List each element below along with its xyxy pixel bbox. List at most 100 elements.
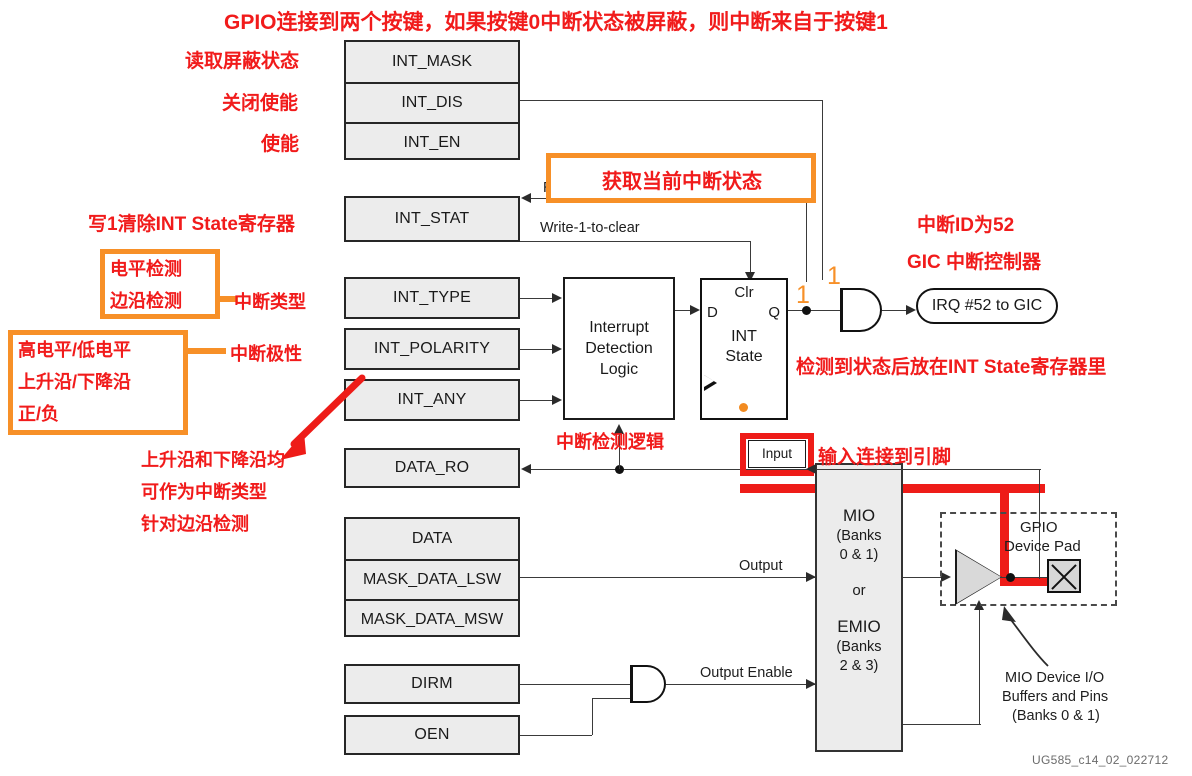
wire-int-en-to-and xyxy=(520,100,822,101)
mio-line7: 2 & 3) xyxy=(839,658,879,675)
register-int-dis[interactable]: INT_DIS xyxy=(346,82,518,122)
detect-logic-line3: Logic xyxy=(599,361,639,379)
register-group-data: DATA MASK_DATA_LSW MASK_DATA_MSW xyxy=(344,517,520,637)
gpio-pad-square-icon xyxy=(1047,559,1081,593)
wire-junction-pad xyxy=(1006,573,1015,582)
wire-oen-to-and-h1 xyxy=(520,735,592,736)
block-int-state-flipflop: Clr D Q INT State xyxy=(700,278,788,420)
gpio-pad-label-line2: Device Pad xyxy=(1004,538,1081,555)
register-int-polarity[interactable]: INT_POLARITY xyxy=(344,328,520,370)
wire-label-output: Output xyxy=(739,558,783,574)
wire-int-polarity-arrowhead xyxy=(552,344,562,354)
register-oen[interactable]: OEN xyxy=(344,715,520,755)
annotation-int-detect-logic: 中断检测逻辑 xyxy=(556,432,664,452)
wire-write1clear xyxy=(520,241,750,242)
annotation-edge-detect: 边沿检测 xyxy=(110,291,182,311)
annotation-write1-clear: 写1清除INT State寄存器 xyxy=(88,214,295,235)
annotation-gic-controller: GIC 中断控制器 xyxy=(907,252,1042,273)
mio-line3: 0 & 1) xyxy=(839,546,879,563)
ff-title-line2: State xyxy=(725,348,763,365)
annotation-high-low-level: 高电平/低电平 xyxy=(18,340,132,360)
annotation-title: GPIO连接到两个按键，如果按键0中断状态被屏蔽，则中断来自于按键1 xyxy=(224,11,888,34)
wire-label-output-enable: Output Enable xyxy=(700,665,793,681)
register-group-mask: INT_MASK INT_DIS INT_EN xyxy=(344,40,520,160)
detect-logic-line2: Detection xyxy=(585,339,653,357)
wire-and-to-irq-arrowhead xyxy=(906,305,916,315)
ff-pin-clr: Clr xyxy=(734,284,754,301)
annotation-state-in-int-state: 检测到状态后放在INT State寄存器里 xyxy=(796,357,1107,378)
gpio-interrupt-diagram: GPIO连接到两个按键，如果按键0中断状态被屏蔽，则中断来自于按键1 读取屏蔽状… xyxy=(0,0,1192,776)
mio-line5: EMIO xyxy=(837,617,881,637)
signal-value-q: 1 xyxy=(796,281,810,309)
annotation-int-type: 中断类型 xyxy=(234,292,306,312)
and-gate-irq xyxy=(840,288,882,332)
wire-mio-to-buffer xyxy=(903,577,945,578)
block-mio-emio: MIO (Banks 0 & 1) or EMIO (Banks 2 & 3) xyxy=(815,463,903,752)
wire-dirm-to-and xyxy=(520,684,631,685)
wire-logic-to-d-arrowhead xyxy=(690,305,700,315)
gpio-pad-label-line1: GPIO xyxy=(1020,519,1058,536)
annotation-both-edges-l3: 针对边沿检测 xyxy=(141,514,249,534)
wire-mio-oe-h xyxy=(903,724,981,725)
wire-pad-to-input-h xyxy=(806,469,1041,470)
wire-read-vertical xyxy=(806,198,807,282)
wire-int-any-arrowhead xyxy=(552,395,562,405)
register-int-mask[interactable]: INT_MASK xyxy=(346,42,518,82)
wire-int-type-arrowhead xyxy=(552,293,562,303)
wire-data-ro-arrowhead xyxy=(521,464,531,474)
ff-pin-d: D xyxy=(707,304,718,321)
wire-label-write1clear: Write-1-to-clear xyxy=(540,220,640,236)
ff-title-line1: INT xyxy=(731,328,757,345)
mio-buffers-line1: MIO Device I/O xyxy=(1005,670,1105,686)
register-data-ro[interactable]: DATA_RO xyxy=(344,448,520,488)
mio-line6: (Banks xyxy=(836,639,882,656)
callout-connector-interrupt-polarity xyxy=(186,348,226,354)
annotation-read-mask-state: 读取屏蔽状态 xyxy=(185,51,300,72)
wire-output xyxy=(520,577,816,578)
annotation-level-detect: 电平检测 xyxy=(110,259,182,279)
wire-logic-to-d xyxy=(675,310,691,311)
and-gate-output-enable xyxy=(630,665,666,703)
node-irq-to-gic: IRQ #52 to GIC xyxy=(916,288,1058,324)
annotation-disable-enable: 关闭使能 xyxy=(222,93,299,114)
annotation-enable: 使能 xyxy=(261,134,300,155)
mio-line1: MIO xyxy=(842,505,876,525)
wire-pad-to-input-arrowhead xyxy=(806,464,816,474)
register-dirm[interactable]: DIRM xyxy=(344,664,520,704)
signal-value-enable: 1 xyxy=(827,262,841,290)
watermark: UG585_c14_02_022712 xyxy=(1032,753,1169,767)
wire-int-any-to-logic xyxy=(520,400,553,401)
detect-logic-line1: Interrupt xyxy=(589,318,649,336)
mio-line2: (Banks xyxy=(836,528,882,545)
annotation-input-to-pin: 输入连接到引脚 xyxy=(818,447,952,468)
register-data[interactable]: DATA xyxy=(346,519,518,559)
register-int-type[interactable]: INT_TYPE xyxy=(344,277,520,319)
ff-clock-input-icon xyxy=(704,375,717,391)
annotation-int-id-52: 中断ID为52 xyxy=(917,215,1015,236)
register-mask-data-msw[interactable]: MASK_DATA_MSW xyxy=(346,599,518,639)
wire-int-polarity-to-logic xyxy=(520,349,553,350)
tristate-buffer-icon xyxy=(957,551,1001,603)
register-int-en[interactable]: INT_EN xyxy=(346,122,518,162)
mio-buffers-line3: (Banks 0 & 1) xyxy=(1012,708,1100,724)
annotation-both-edges-l2: 可作为中断类型 xyxy=(141,482,267,502)
wire-oen-to-and-h2 xyxy=(592,698,631,699)
pointer-mio-buffers xyxy=(1002,606,1049,667)
register-mask-data-lsw[interactable]: MASK_DATA_LSW xyxy=(346,559,518,599)
wire-int-type-to-logic xyxy=(520,298,553,299)
wire-oen-vertical xyxy=(592,698,593,735)
annotation-int-polarity: 中断极性 xyxy=(230,344,302,364)
wire-int-en-vertical xyxy=(822,100,823,280)
red-highlight-input-box xyxy=(740,433,814,476)
mio-line4: or xyxy=(852,581,866,599)
wire-read-arrowhead xyxy=(521,193,531,203)
annotation-get-current-int-state: 获取当前中断状态 xyxy=(602,171,762,193)
wire-output-enable xyxy=(666,684,816,685)
annotation-pos-neg: 正/负 xyxy=(18,404,60,424)
register-int-any[interactable]: INT_ANY xyxy=(344,379,520,421)
annotation-rise-fall-edge: 上升沿/下降沿 xyxy=(18,372,132,392)
annotation-both-edges-l1: 上升沿和下降沿均 xyxy=(141,450,285,470)
ff-pin-q: Q xyxy=(768,304,780,321)
register-int-stat[interactable]: INT_STAT xyxy=(344,196,520,242)
ff-orange-dot-marker xyxy=(739,403,748,412)
